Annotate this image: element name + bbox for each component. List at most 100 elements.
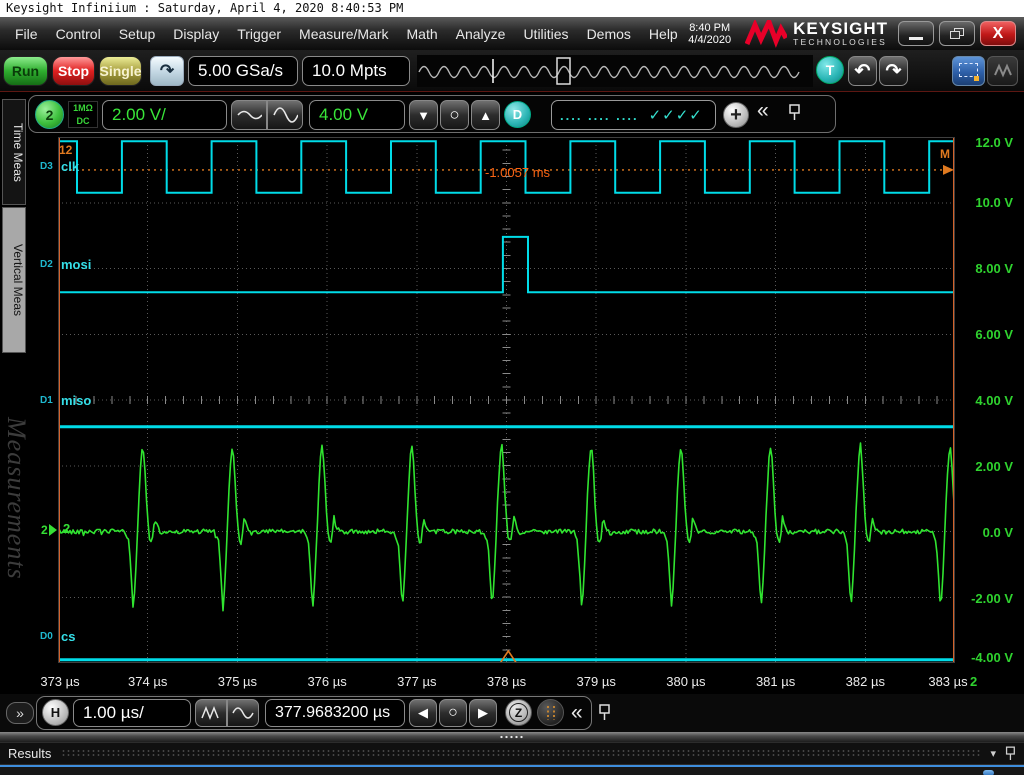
- menu-item-math[interactable]: Math: [398, 22, 447, 46]
- menu-item-control[interactable]: Control: [47, 22, 110, 46]
- marker-lines-icon: [543, 704, 559, 722]
- time-label-374: 374 µs: [128, 674, 167, 689]
- dashed-selection-icon: [959, 63, 978, 77]
- center-reference-button[interactable]: ○: [439, 699, 467, 727]
- region-select-button[interactable]: [952, 56, 985, 86]
- clock-time: 8:40 PM: [688, 22, 731, 34]
- menu-item-help[interactable]: Help: [640, 22, 687, 46]
- decrease-scale-button[interactable]: [231, 100, 267, 130]
- timebase-scale-field[interactable]: 1.00 µs/: [73, 699, 191, 727]
- time-label-380: 380 µs: [666, 674, 705, 689]
- vertical-offset-field[interactable]: 4.00 V: [309, 100, 405, 130]
- acquisition-preview-bar[interactable]: [417, 55, 813, 87]
- offset-up-button[interactable]: ▲: [471, 100, 500, 130]
- pin-icon[interactable]: [787, 104, 801, 122]
- zoom-in-time-button[interactable]: [227, 699, 259, 727]
- oscilloscope-app: Keysight Infiniium : Saturday, April 4, …: [0, 0, 1024, 775]
- expand-panel-button[interactable]: »: [6, 702, 34, 724]
- touch-redo-button[interactable]: ↷: [150, 56, 184, 86]
- window-title: Keysight Infiniium : Saturday, April 4, …: [6, 1, 403, 15]
- digital-channel-name-mosi[interactable]: mosi: [61, 257, 91, 272]
- panel-splitter[interactable]: [0, 732, 1024, 742]
- minimize-button[interactable]: [898, 21, 934, 46]
- channel-2-ground-marker[interactable]: 2: [41, 523, 57, 537]
- memory-depth-field[interactable]: 10.0 Mpts: [302, 56, 410, 86]
- voltage-label-8v: 8.00 V: [957, 261, 1013, 276]
- markers-button[interactable]: [537, 699, 564, 726]
- collapse-chevron-icon[interactable]: «: [757, 99, 769, 123]
- menu-item-file[interactable]: File: [6, 22, 47, 46]
- waveform-tool-button[interactable]: [987, 56, 1018, 86]
- menu-item-measure-mark[interactable]: Measure/Mark: [290, 22, 397, 46]
- sample-rate-field[interactable]: 5.00 GSa/s: [188, 56, 298, 86]
- menu-item-analyze[interactable]: Analyze: [447, 22, 515, 46]
- digital-channel-select-field[interactable]: .... .... .... ✓✓✓✓: [551, 100, 716, 130]
- digital-channel-id-d1: D1: [40, 395, 53, 406]
- coupling-indicator[interactable]: 1MΩ DC: [68, 101, 98, 128]
- channel-2-button[interactable]: 2: [35, 100, 64, 129]
- waveform-canvas[interactable]: [58, 137, 955, 663]
- undo-button[interactable]: ↶: [848, 56, 877, 86]
- ground-arrow-icon: [49, 524, 57, 536]
- pan-left-button[interactable]: ◀: [409, 699, 437, 727]
- brand-sub: TECHNOLOGIES: [793, 37, 888, 47]
- pin-icon[interactable]: [1004, 746, 1016, 762]
- horizontal-toolbar: » H 1.00 µs/ 377.9683200 µs ◀ ○ ▶ Z: [0, 694, 1024, 732]
- horizontal-button[interactable]: H: [42, 699, 69, 726]
- close-button[interactable]: X: [980, 21, 1016, 46]
- offset-zero-button[interactable]: ○: [440, 100, 469, 130]
- waveform-arrows-icon: [993, 62, 1013, 80]
- voltage-label-4v: 4.00 V: [957, 393, 1013, 408]
- menu-item-utilities[interactable]: Utilities: [514, 22, 577, 46]
- digital-channel-id-d3: D3: [40, 161, 53, 172]
- results-bar[interactable]: Results ▾: [0, 742, 1024, 765]
- collapse-chevron-icon[interactable]: «: [571, 701, 583, 725]
- voltage-label-n4v: -4.00 V: [957, 650, 1013, 665]
- pan-right-button[interactable]: ▶: [469, 699, 497, 727]
- time-label-379: 379 µs: [577, 674, 616, 689]
- horizontal-controls-group: H 1.00 µs/ 377.9683200 µs ◀ ○ ▶ Z: [36, 696, 592, 730]
- zoom-out-time-button[interactable]: [195, 699, 227, 727]
- vertical-scale-field[interactable]: 2.00 V/: [102, 100, 227, 130]
- menu-item-trigger[interactable]: Trigger: [228, 22, 290, 46]
- time-label-383: 383 µs: [928, 674, 967, 689]
- menu-item-setup[interactable]: Setup: [110, 22, 165, 46]
- waveform-display[interactable]: 12 M -1.0057 ms: [58, 137, 955, 663]
- digital-channel-name-cs[interactable]: cs: [61, 629, 75, 644]
- voltage-label-10v: 10.0 V: [957, 195, 1013, 210]
- time-axis: 373 µs 374 µs 375 µs 376 µs 377 µs 378 µ…: [0, 670, 1024, 694]
- clock-date: 4/4/2020: [688, 34, 731, 46]
- menu-bar: File Control Setup Display Trigger Measu…: [0, 17, 1024, 50]
- add-channel-button[interactable]: +: [723, 102, 749, 128]
- large-sine-icon: [272, 104, 298, 126]
- tab-time-meas[interactable]: Time Meas: [2, 99, 26, 205]
- menu-items: File Control Setup Display Trigger Measu…: [0, 22, 687, 46]
- voltage-label-0v: 0.0 V: [957, 525, 1013, 540]
- time-label-381: 381 µs: [756, 674, 795, 689]
- zoom-mode-button[interactable]: Z: [505, 699, 532, 726]
- digital-channels-button[interactable]: D: [504, 101, 531, 128]
- redo-button[interactable]: ↷: [879, 56, 908, 86]
- digital-channel-name-clk[interactable]: clk: [61, 159, 79, 174]
- run-button[interactable]: Run: [3, 56, 48, 86]
- offset-down-button[interactable]: ▼: [409, 100, 438, 130]
- curved-arrow-icon: ↷: [160, 61, 174, 81]
- marker-m-label: M: [940, 147, 950, 161]
- channel-2-trace-label: 2: [63, 521, 70, 536]
- keysight-logo: KEYSIGHT TECHNOLOGIES: [745, 20, 898, 48]
- digital-channel-name-miso[interactable]: miso: [61, 393, 91, 408]
- pin-icon[interactable]: [597, 704, 611, 722]
- restore-button[interactable]: [939, 21, 975, 46]
- single-button[interactable]: Single: [99, 56, 142, 86]
- brand-name: KEYSIGHT: [793, 21, 888, 37]
- increase-scale-button[interactable]: [267, 100, 303, 130]
- trigger-indicator[interactable]: T: [816, 56, 844, 84]
- window-title-bar: Keysight Infiniium : Saturday, April 4, …: [0, 0, 1024, 17]
- results-dropdown-icon[interactable]: ▾: [990, 747, 996, 760]
- menu-item-display[interactable]: Display: [164, 22, 228, 46]
- menu-item-demos[interactable]: Demos: [578, 22, 640, 46]
- horizontal-position-field[interactable]: 377.9683200 µs: [265, 699, 405, 727]
- stop-button[interactable]: Stop: [52, 56, 95, 86]
- tab-vertical-meas[interactable]: Vertical Meas: [2, 207, 26, 353]
- waveform-preview-icon: [417, 55, 813, 87]
